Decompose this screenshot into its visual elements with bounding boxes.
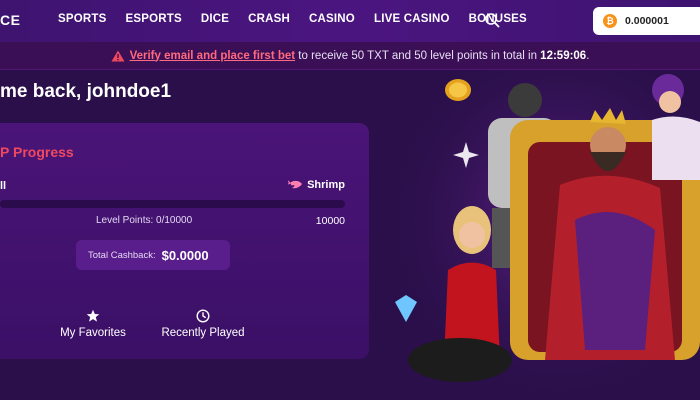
site-logo[interactable]: CE (0, 12, 20, 28)
recently-played-label: Recently Played (161, 327, 245, 339)
wallet-amount: 0.000001 (625, 15, 669, 27)
warning-icon (111, 50, 125, 61)
bitcoin-icon: ₿ (603, 14, 617, 28)
gold-coin-icon (445, 79, 471, 101)
cashback-value: $0.0000 (161, 247, 209, 263)
alert-text: to receive 50 TXT and 50 level points in… (295, 49, 541, 62)
verify-email-link[interactable]: Verify email and place first bet (130, 50, 296, 62)
cashback-label: Total Cashback: (88, 249, 156, 261)
nav-crash[interactable]: CRASH (248, 13, 290, 25)
wallet-balance[interactable]: ₿ 0.000001 (593, 7, 700, 35)
nav-casino[interactable]: CASINO (309, 13, 355, 25)
casino-hero-illustration (390, 70, 700, 400)
vip-progress-title: P Progress (0, 144, 74, 160)
top-navigation-bar: CE SPORTS ESPORTS DICE CRASH CASINO LIVE… (0, 0, 700, 42)
vip-progress-card: P Progress ll Shrimp Level Points: 0/100… (0, 123, 369, 359)
level-points: Level Points: 0/10000 (96, 215, 193, 226)
recently-played-link[interactable]: Recently Played (158, 309, 248, 339)
level-progress-bar (0, 200, 345, 208)
star-icon (86, 309, 100, 322)
nav-dice[interactable]: DICE (201, 13, 229, 25)
search-icon[interactable] (484, 12, 500, 28)
my-favorites-label: My Favorites (60, 327, 126, 339)
countdown-timer: 12:59:06 (540, 49, 587, 62)
total-cashback-box: Total Cashback: $0.0000 (76, 240, 230, 270)
nav-sports[interactable]: SPORTS (58, 13, 107, 25)
nav-esports[interactable]: ESPORTS (126, 13, 182, 25)
roulette-wheel-icon (408, 338, 512, 382)
current-rank: ll (0, 180, 7, 192)
welcome-heading: me back, johndoe1 (0, 81, 172, 102)
main-nav: SPORTS ESPORTS DICE CRASH CASINO LIVE CA… (58, 13, 546, 25)
next-rank-label: Shrimp (307, 179, 345, 191)
my-favorites-link[interactable]: My Favorites (58, 309, 128, 339)
next-rank: Shrimp (288, 179, 345, 191)
clock-icon (196, 309, 210, 323)
level-max: 10000 (315, 215, 345, 227)
shrimp-icon (288, 180, 303, 189)
alert-end: . (586, 49, 590, 62)
verification-banner: Verify email and place first bet to rece… (0, 42, 700, 70)
nav-live-casino[interactable]: LIVE CASINO (374, 13, 450, 25)
